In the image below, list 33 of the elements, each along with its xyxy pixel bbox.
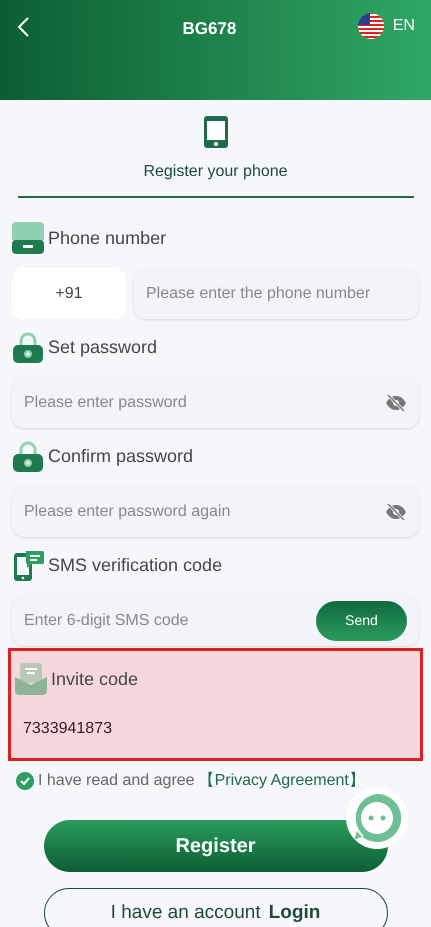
field-label: SMS verification code xyxy=(48,554,222,576)
login-button[interactable]: I have an account Login xyxy=(44,888,388,927)
privacy-agreement-link[interactable]: 【Privacy Agreement】 xyxy=(198,769,365,793)
send-button[interactable]: Send xyxy=(316,600,407,640)
card-icon xyxy=(12,222,44,254)
hidden-eye-icon[interactable] xyxy=(385,394,407,412)
sms-code-input[interactable]: Enter 6-digit SMS code xyxy=(24,608,316,632)
country-code-field[interactable]: +91 xyxy=(12,268,126,319)
password-input[interactable]: Please enter password again xyxy=(24,500,385,524)
language-label[interactable]: EN xyxy=(392,14,415,38)
password-field[interactable]: Please enter password again xyxy=(12,486,419,537)
password-input[interactable]: Please enter password xyxy=(24,390,385,414)
lock-icon xyxy=(12,440,44,472)
flag-icon[interactable] xyxy=(356,12,385,40)
envelope-icon xyxy=(15,663,47,695)
field-label: Phone number xyxy=(48,226,166,250)
register-phone-tab[interactable]: Register your phone xyxy=(18,160,414,198)
register-button[interactable]: Register xyxy=(44,820,388,872)
phone-icon xyxy=(204,116,228,148)
hidden-eye-icon[interactable] xyxy=(385,502,407,520)
field-label: Confirm password xyxy=(48,444,194,468)
lock-icon xyxy=(12,331,44,363)
back-icon[interactable] xyxy=(16,16,30,38)
password-field[interactable]: Please enter password xyxy=(12,377,419,428)
phone-message-icon xyxy=(12,549,44,581)
field-label: Invite code xyxy=(51,668,138,690)
agreement-text: I have read and agree xyxy=(38,771,195,791)
phone-number-field[interactable]: Please enter the phone number xyxy=(134,268,419,319)
checkbox-icon[interactable] xyxy=(16,772,34,790)
field-label: Set password xyxy=(48,336,158,359)
sms-code-field[interactable]: Enter 6-digit SMS code Send xyxy=(12,595,419,646)
logo: BG678 xyxy=(182,18,236,40)
invite-code-value: 7333941873 xyxy=(23,718,112,738)
